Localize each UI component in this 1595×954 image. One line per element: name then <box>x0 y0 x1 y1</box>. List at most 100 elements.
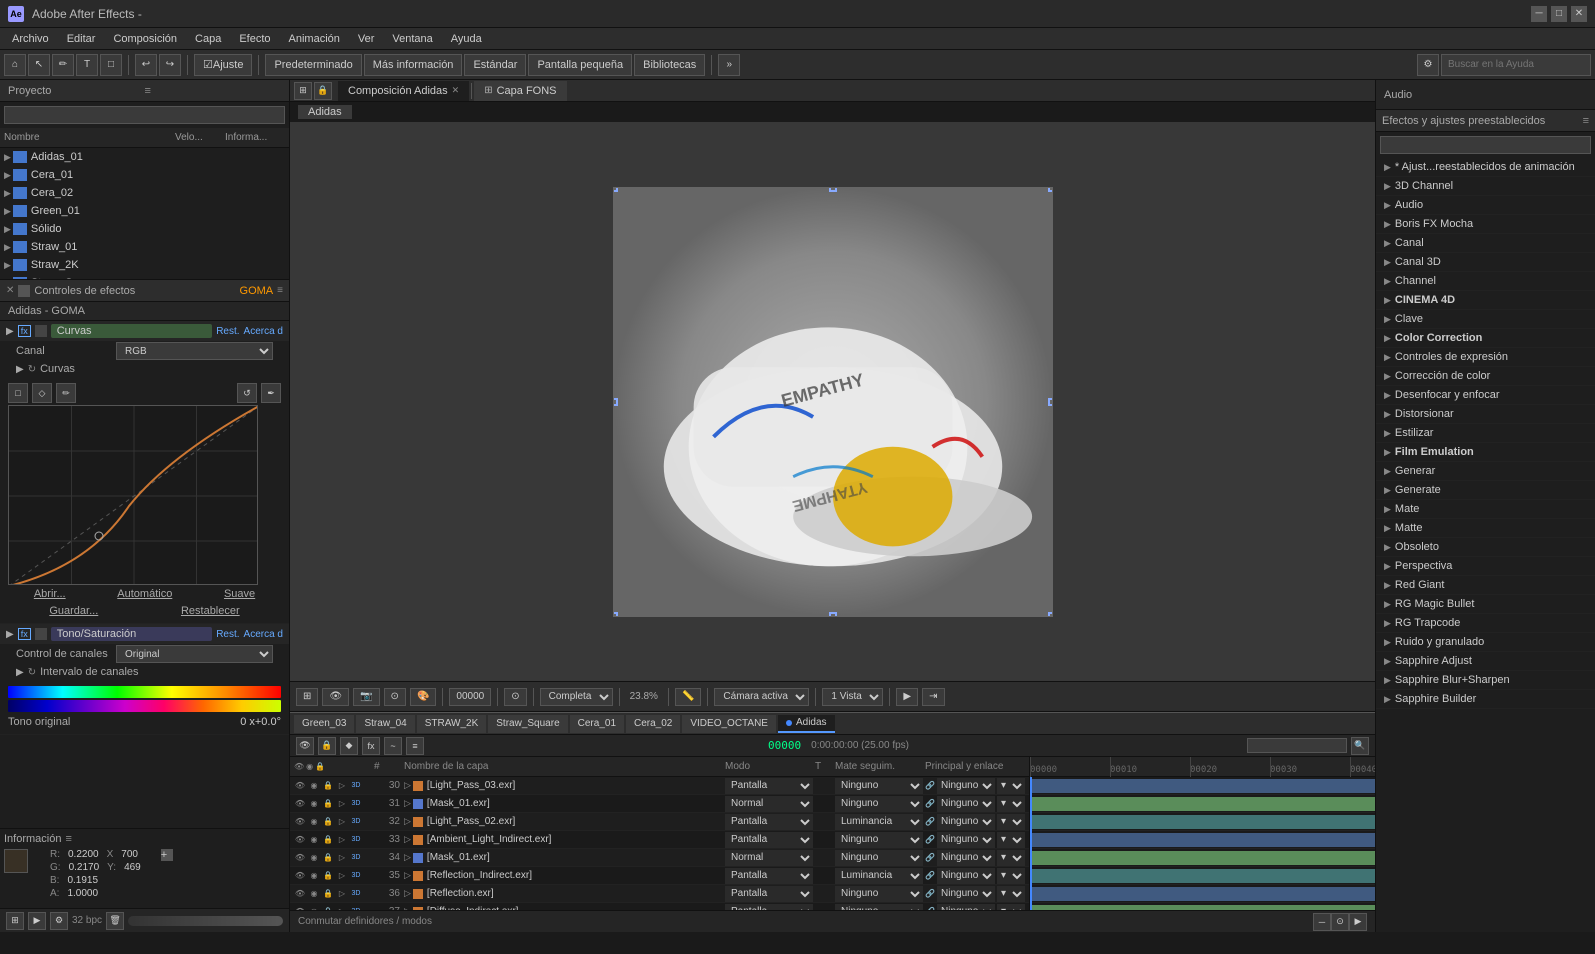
effects-category[interactable]: ▶ Ruido y granulado <box>1376 633 1595 652</box>
tl-tool-eye[interactable]: 👁 <box>296 737 314 755</box>
effects-search-input[interactable] <box>1380 136 1591 154</box>
tl-solo-icon[interactable]: ◉ <box>308 798 320 810</box>
effects-category[interactable]: ▶ Generar <box>1376 462 1595 481</box>
tl-tool-quality[interactable]: ◆ <box>340 737 358 755</box>
fx-curve-open-btn[interactable]: Abrir... <box>34 588 66 600</box>
fx-curves-icon[interactable] <box>35 325 47 337</box>
fx-curves-cycle-icon[interactable]: ↻ <box>28 364 36 375</box>
fx-channel-range-cycle[interactable]: ↻ <box>28 667 36 678</box>
tl-track-bar[interactable] <box>1030 869 1375 883</box>
effects-cat-item[interactable]: ▶ Sapphire Blur+Sharpen <box>1376 671 1595 689</box>
tl-expand-icon[interactable]: ▷ <box>404 834 411 845</box>
tl-pe-select2[interactable]: ▾ <box>997 796 1025 812</box>
tl-track-bar[interactable] <box>1030 887 1375 901</box>
tl-mode-select[interactable]: Normal <box>725 796 813 812</box>
tl-collapse-icon[interactable]: ▷ <box>336 852 348 864</box>
tl-pe-select2[interactable]: ▾ <box>997 778 1025 794</box>
effects-category[interactable]: ▶ Desenfocar y enfocar <box>1376 386 1595 405</box>
effects-category[interactable]: ▶ Red Giant <box>1376 576 1595 595</box>
handle-bottom-left[interactable] <box>613 612 618 617</box>
effects-category[interactable]: ▶ Clave <box>1376 310 1595 329</box>
tl-eye-icon[interactable]: 👁 <box>294 834 306 846</box>
toolbar-ajuste[interactable]: ☑ Ajuste <box>194 54 252 76</box>
tl-pe-select[interactable]: Ninguno <box>937 832 995 848</box>
toolbar-shape[interactable]: □ <box>100 54 122 76</box>
toolbar-predeterminado[interactable]: Predeterminado <box>265 54 361 76</box>
effects-cat-item[interactable]: ▶ Estilizar <box>1376 424 1595 442</box>
fx-channel-select[interactable]: RGB <box>116 342 273 360</box>
tl-track-bar[interactable] <box>1030 905 1375 910</box>
fx-tono-about[interactable]: Acerca d <box>244 629 283 640</box>
comp-ctrl-time-icon[interactable]: ⊙ <box>384 688 406 706</box>
tl-layer-row[interactable]: 👁 ◉ 🔒 ▷ 3D 33 ▷ [Ambient_Light_Indirect.… <box>290 831 1029 849</box>
effects-cat-item[interactable]: ▶ Controles de expresión <box>1376 348 1595 366</box>
toolbar-text[interactable]: T <box>76 54 98 76</box>
project-item-cera_02[interactable]: ▶ Cera_02 <box>0 184 289 202</box>
tl-lock-icon[interactable]: 🔒 <box>322 780 334 792</box>
tl-mode-select[interactable]: Pantalla <box>725 868 813 884</box>
effects-cat-item[interactable]: ▶ * Ajust...reestablecidos de animación <box>1376 158 1595 176</box>
fx-tab-label[interactable]: GOMA <box>240 285 274 297</box>
tl-eye-icon[interactable]: 👁 <box>294 798 306 810</box>
effects-cat-item[interactable]: ▶ Canal 3D <box>1376 253 1595 271</box>
tl-3d-icon[interactable]: 3D <box>350 888 362 900</box>
tl-tool-lock[interactable]: 🔒 <box>318 737 336 755</box>
effects-cat-item[interactable]: ▶ Generar <box>1376 462 1595 480</box>
left-bottom-btn1[interactable]: ⊞ <box>6 912 24 930</box>
left-bottom-btn3[interactable]: ⚙ <box>50 912 68 930</box>
window-controls[interactable]: ─ □ ✕ <box>1531 6 1587 22</box>
comp-adidas-subtab[interactable]: Adidas <box>298 105 352 119</box>
menu-composicion[interactable]: Composición <box>105 28 185 50</box>
tl-pe-select[interactable]: Ninguno <box>937 796 995 812</box>
tl-eye-icon[interactable]: 👁 <box>294 816 306 828</box>
effects-cat-item[interactable]: ▶ Color Correction <box>1376 329 1595 347</box>
tl-layer-row[interactable]: 👁 ◉ 🔒 ▷ 3D 31 ▷ [Mask_01.exr] Normal Ni <box>290 795 1029 813</box>
tl-mate-select[interactable]: Luminancia <box>835 868 923 884</box>
tl-eye-icon[interactable]: 👁 <box>294 852 306 864</box>
effects-category[interactable]: ▶ Obsoleto <box>1376 538 1595 557</box>
toolbar-more[interactable]: » <box>718 54 740 76</box>
maximize-button[interactable]: □ <box>1551 6 1567 22</box>
tl-mode-select[interactable]: Pantalla <box>725 814 813 830</box>
effects-cat-item[interactable]: ▶ Red Giant <box>1376 576 1595 594</box>
tl-expand-icon[interactable]: ▷ <box>404 780 411 791</box>
handle-top-mid[interactable] <box>829 187 837 192</box>
effects-cat-item[interactable]: ▶ Sapphire Builder <box>1376 690 1595 708</box>
left-bottom-trash[interactable]: 🗑 <box>106 912 124 930</box>
effects-category[interactable]: ▶ Sapphire Builder <box>1376 690 1595 709</box>
tl-pe-select[interactable]: Ninguno <box>937 814 995 830</box>
effects-category[interactable]: ▶ Matte <box>1376 519 1595 538</box>
tl-pe-select2[interactable]: ▾ <box>997 868 1025 884</box>
fx-menu-icon[interactable]: ≡ <box>277 285 283 296</box>
menu-ayuda[interactable]: Ayuda <box>443 28 490 50</box>
tl-track-bar[interactable] <box>1030 815 1375 829</box>
tl-pe-select2[interactable]: ▾ <box>997 886 1025 902</box>
help-search-input[interactable] <box>1441 54 1591 76</box>
tl-tool-motion[interactable]: ~ <box>384 737 402 755</box>
comp-canvas-area[interactable]: EMPATHY YTAHPME <box>290 122 1375 681</box>
tl-layer-row[interactable]: 👁 ◉ 🔒 ▷ 3D 30 ▷ [Light_Pass_03.exr] Pant… <box>290 777 1029 795</box>
effects-category[interactable]: ▶ Mate <box>1376 500 1595 519</box>
tl-tool-adjust[interactable]: ≡ <box>406 737 424 755</box>
toolbar-undo[interactable]: ↩ <box>135 54 157 76</box>
comp-tab-menu[interactable]: ⊞ <box>294 82 312 100</box>
effects-category[interactable]: ▶ Generate <box>1376 481 1595 500</box>
tl-expand-icon[interactable]: ▷ <box>404 852 411 863</box>
comp-ctrl-snap[interactable]: ⊙ <box>504 688 526 706</box>
comp-ctrl-render[interactable]: ▶ <box>896 688 918 706</box>
tl-track-bar[interactable] <box>1030 779 1375 793</box>
effects-cat-item[interactable]: ▶ CINEMA 4D <box>1376 291 1595 309</box>
comp-ctrl-export[interactable]: ⇥ <box>922 688 944 706</box>
timeline-tab-adidas[interactable]: Adidas <box>778 715 835 733</box>
tl-eye-icon[interactable]: 👁 <box>294 888 306 900</box>
tl-pe-select2[interactable]: ▾ <box>997 850 1025 866</box>
handle-bottom-mid[interactable] <box>829 612 837 617</box>
effects-cat-item[interactable]: ▶ Audio <box>1376 196 1595 214</box>
fx-curve-reset-btn[interactable]: Restablecer <box>181 605 240 617</box>
menu-capa[interactable]: Capa <box>187 28 229 50</box>
effects-cat-item[interactable]: ▶ Perspectiva <box>1376 557 1595 575</box>
timeline-tab-cera-01[interactable]: Cera_01 <box>570 715 624 733</box>
effects-category[interactable]: ▶ Boris FX Mocha <box>1376 215 1595 234</box>
fx-curve-auto-btn[interactable]: Automático <box>117 588 172 600</box>
effects-lib-menu[interactable]: ≡ <box>1583 115 1589 127</box>
